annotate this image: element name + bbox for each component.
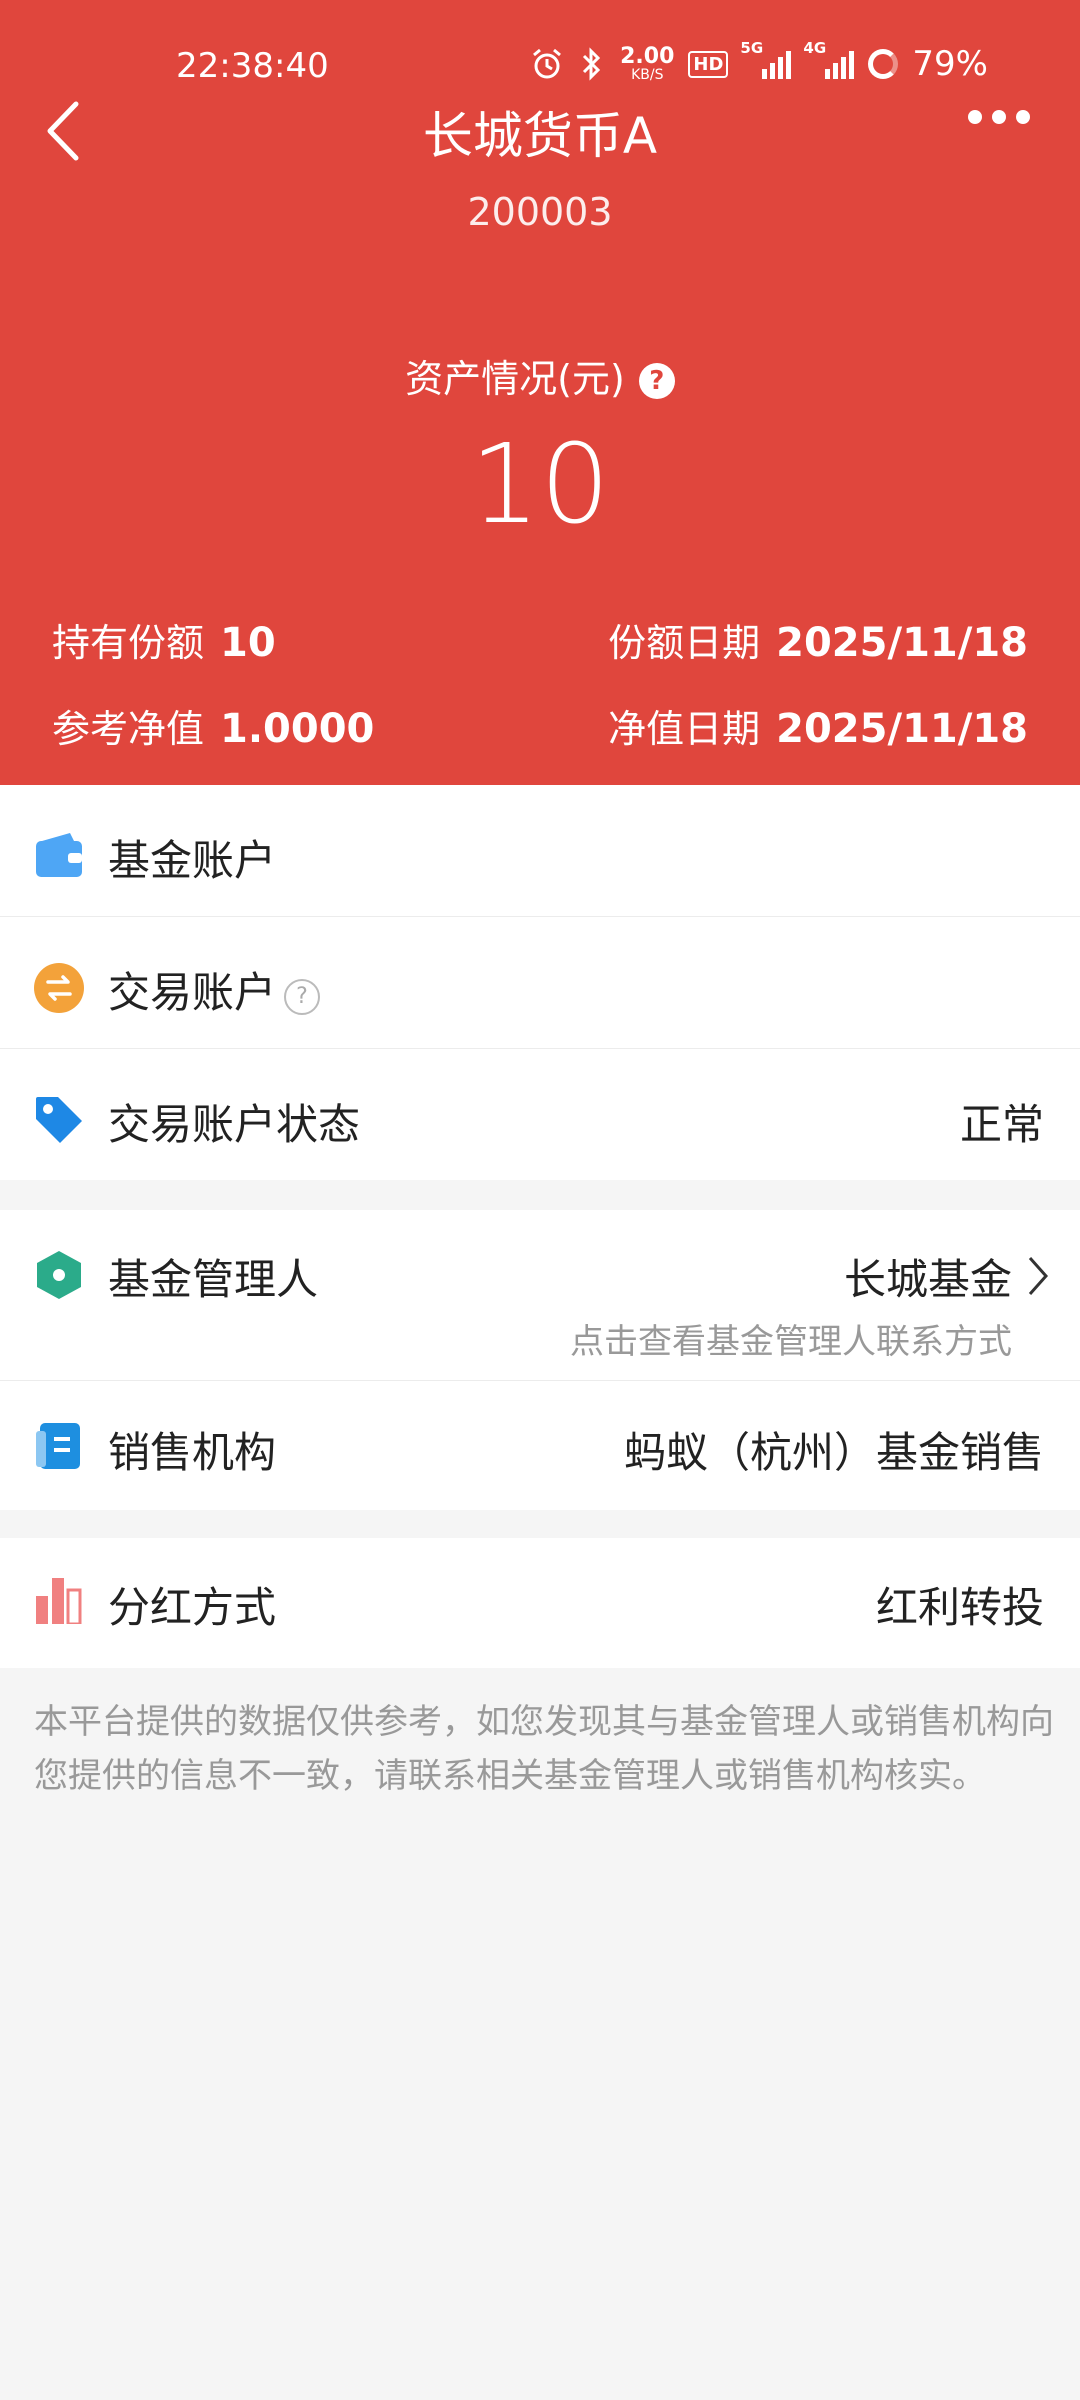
signal-5g-icon: 5G [740, 39, 792, 79]
book-icon [36, 1423, 80, 1469]
asset-label-row: 资产情况(元)? [0, 348, 1080, 403]
hd-badge: HD [688, 50, 729, 78]
manager-section: 基金管理人 长城基金 点击查看基金管理人联系方式 销售机构 蚂蚁（杭州）基金销售 [0, 1210, 1080, 1510]
trade-account-label: 交易账户 [108, 968, 277, 1017]
more-button[interactable] [968, 110, 1044, 124]
bar-chart-icon [36, 1578, 82, 1624]
asset-value: 10 [470, 420, 610, 548]
exchange-icon [34, 963, 84, 1013]
dividend-label: 分红方式 [108, 1583, 277, 1632]
trade-status-label: 交易账户状态 [108, 1100, 361, 1149]
bluetooth-icon [583, 47, 601, 81]
hexagon-icon [37, 1251, 81, 1299]
nav-label: 参考净值 [52, 707, 205, 751]
status-time: 22:38:40 [176, 46, 329, 86]
fund-manager-hint: 点击查看基金管理人联系方式 [570, 1322, 1012, 1362]
shares-date-label: 份额日期 [608, 621, 761, 665]
shares-date-value: 2025/11/18 [776, 620, 1028, 666]
fund-account-row[interactable]: 基金账户 [0, 785, 1080, 917]
shares-date-info: 份额日期 2025/11/18 [608, 612, 1028, 667]
nav-date-label: 净值日期 [608, 707, 761, 751]
more-icon [968, 110, 982, 124]
accounts-section: 基金账户 交易账户? 交易账户状态 正常 [0, 785, 1080, 1180]
shares-value: 10 [220, 620, 276, 666]
trade-account-label-row: 交易账户? [108, 959, 321, 1020]
shares-label: 持有份额 [52, 621, 205, 665]
dividend-value: 红利转投 [875, 1583, 1044, 1632]
sales-agency-value: 蚂蚁（杭州）基金销售 [623, 1428, 1044, 1477]
asset-label: 资产情况(元) [405, 357, 625, 401]
fund-account-label: 基金账户 [108, 836, 277, 885]
status-icons: 2.00 KB/S HD 5G 4G 79% [530, 39, 988, 84]
chevron-right-icon [1028, 1257, 1049, 1295]
battery-icon [868, 49, 899, 79]
fund-code: 200003 [467, 190, 613, 234]
alarm-icon [533, 48, 562, 79]
wallet-icon [36, 833, 82, 877]
sales-agency-row: 销售机构 蚂蚁（杭州）基金销售 [0, 1381, 1080, 1510]
nav-date-value: 2025/11/18 [776, 706, 1028, 752]
nav-value: 1.0000 [220, 706, 375, 752]
sales-agency-label: 销售机构 [108, 1428, 277, 1477]
signal-4g-icon: 4G [803, 39, 855, 79]
nav-date-info: 净值日期 2025/11/18 [608, 698, 1028, 753]
trade-status-row: 交易账户状态 正常 [0, 1049, 1080, 1181]
network-speed: 2.00 KB/S [620, 44, 675, 83]
fund-manager-label: 基金管理人 [108, 1255, 319, 1304]
dividend-row: 分红方式 红利转投 [0, 1538, 1080, 1668]
fund-manager-row[interactable]: 基金管理人 长城基金 点击查看基金管理人联系方式 [0, 1210, 1080, 1380]
shares-info: 持有份额 10 [52, 612, 276, 667]
fund-header: 22:38:40 2.00 KB/S HD 5G 4G 79% 长城货币A 20… [0, 0, 1080, 785]
trade-account-row[interactable]: 交易账户? [0, 917, 1080, 1049]
tag-icon [36, 1097, 82, 1143]
disclaimer-text: 本平台提供的数据仅供参考，如您发现其与基金管理人或销售机构向您提供的信息不一致，… [34, 1702, 1054, 1796]
battery-level: 79% [912, 44, 988, 84]
status-bar: 22:38:40 2.00 KB/S HD 5G 4G 79% [0, 39, 1080, 96]
fund-title: 长城货币A [422, 107, 658, 165]
fund-manager-value: 长城基金 [843, 1255, 1012, 1304]
dividend-section: 分红方式 红利转投 [0, 1538, 1080, 1668]
question-icon[interactable]: ? [284, 979, 321, 1015]
trade-status-value: 正常 [959, 1100, 1044, 1149]
help-icon[interactable]: ? [638, 363, 675, 399]
nav-info: 参考净值 1.0000 [52, 698, 374, 753]
